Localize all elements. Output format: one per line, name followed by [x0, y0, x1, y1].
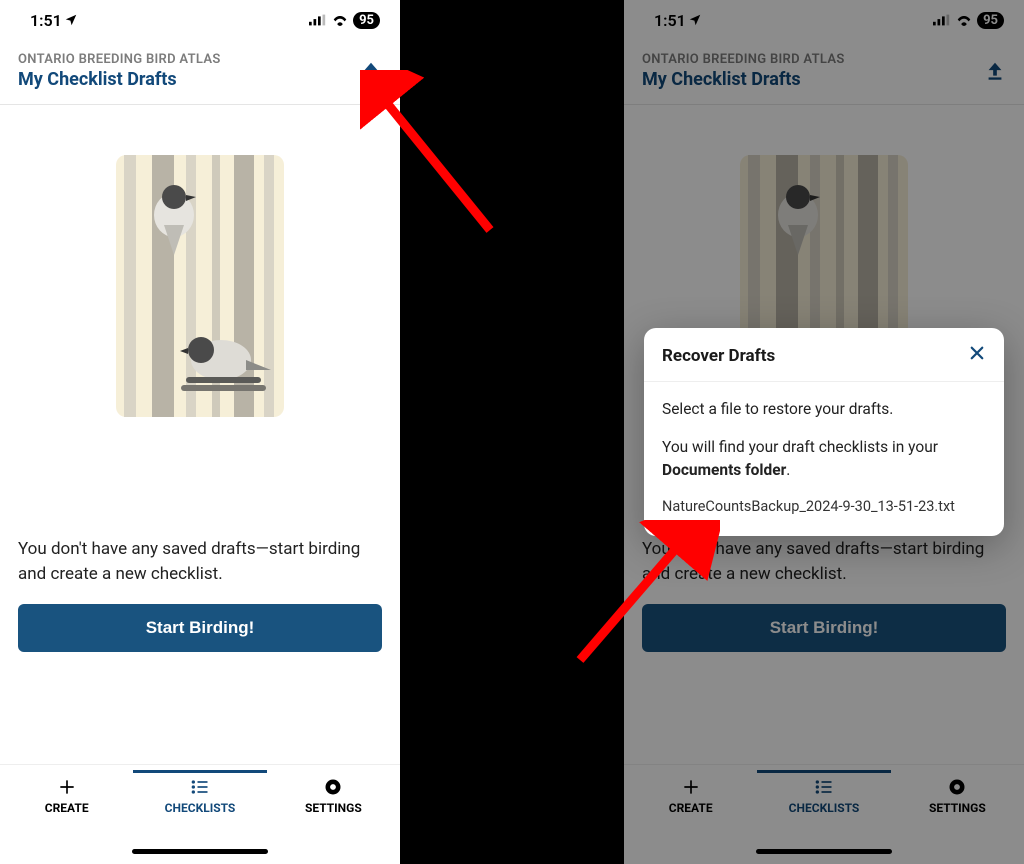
plus-icon: [57, 777, 77, 797]
nav-settings[interactable]: SETTINGS: [267, 771, 400, 864]
birds-illustration: [116, 155, 284, 417]
modal-backdrop[interactable]: Recover Drafts Select a file to restore …: [624, 0, 1024, 864]
nav-create-label: CREATE: [45, 801, 89, 815]
location-icon: [64, 13, 78, 27]
modal-line2: You will find your draft checklists in y…: [662, 436, 986, 483]
upload-icon: [360, 60, 382, 82]
status-time: 1:51: [30, 11, 62, 30]
cellular-icon: [309, 14, 327, 26]
backup-filename[interactable]: NatureCountsBackup_2024-9-30_13-51-23.tx…: [662, 496, 986, 518]
battery-level: 95: [353, 12, 380, 29]
wifi-icon: [331, 14, 349, 27]
phone-left: 1:51 95 ONTARIO BREEDING BIRD ATLAS My C…: [0, 0, 400, 864]
empty-state: You don't have any saved drafts—start bi…: [0, 105, 400, 764]
home-indicator: [132, 849, 268, 854]
bottom-nav: CREATE CHECKLISTS SETTINGS: [0, 764, 400, 864]
close-icon: [968, 344, 986, 362]
page-title: My Checklist Drafts: [18, 69, 221, 90]
status-bar: 1:51 95: [0, 0, 400, 40]
modal-close-button[interactable]: [968, 344, 986, 367]
list-icon: [189, 777, 211, 797]
nav-settings-label: SETTINGS: [305, 801, 362, 815]
nav-checklists-label: CHECKLISTS: [165, 801, 236, 815]
start-birding-button[interactable]: Start Birding!: [18, 604, 382, 652]
empty-message: You don't have any saved drafts—start bi…: [18, 537, 382, 586]
recover-drafts-modal: Recover Drafts Select a file to restore …: [644, 328, 1004, 536]
screenshot-gap: [400, 0, 624, 864]
org-label: ONTARIO BREEDING BIRD ATLAS: [18, 52, 221, 67]
phone-right: 1:51 95 ONTARIO BREEDING BIRD ATLAS My C…: [624, 0, 1024, 864]
modal-title: Recover Drafts: [662, 346, 775, 366]
gear-icon: [323, 777, 343, 797]
nav-create[interactable]: CREATE: [0, 771, 133, 864]
page-header: ONTARIO BREEDING BIRD ATLAS My Checklist…: [0, 40, 400, 105]
upload-button[interactable]: [360, 60, 382, 90]
modal-line1: Select a file to restore your drafts.: [662, 398, 986, 421]
